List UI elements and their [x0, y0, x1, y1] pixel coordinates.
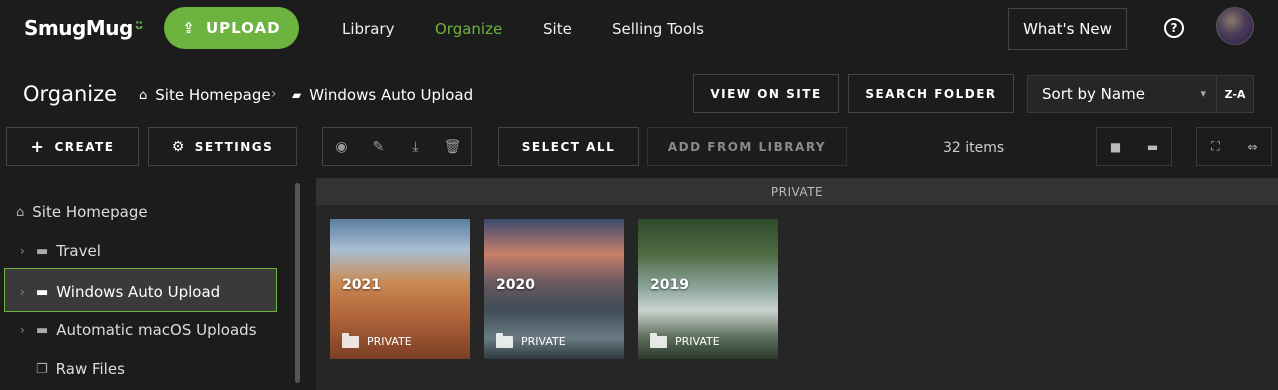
select-all-button[interactable]: SELECT ALL	[498, 127, 639, 166]
folder-icon: ▬	[36, 284, 49, 300]
top-navbar: SmugMug ᵕ̈ ⇪ UPLOAD Library Organize Site…	[0, 0, 1278, 60]
tree-item-raw-files[interactable]: ❐ Raw Files	[36, 360, 125, 378]
add-from-library-button[interactable]: ADD FROM LIBRARY	[647, 127, 847, 166]
chevron-down-icon: ▾	[1200, 87, 1206, 100]
gear-icon: ⚙	[171, 138, 186, 155]
items-count: 32 items	[943, 140, 1005, 156]
create-button[interactable]: + CREATE	[6, 127, 139, 166]
chevron-right-icon: ›	[20, 244, 25, 258]
view-on-site-button[interactable]: VIEW ON SITE	[693, 74, 839, 113]
zoom-group: ⛶ ⇔	[1196, 127, 1272, 166]
chevron-right-icon: ›	[20, 285, 25, 299]
folder-icon: ▬	[36, 243, 49, 259]
breadcrumb-current: ▰ Windows Auto Upload	[292, 86, 474, 104]
sort-order-button[interactable]: Z-A	[1216, 75, 1254, 113]
smugmug-logo[interactable]: SmugMug ᵕ̈	[24, 16, 144, 40]
organize-header: Organize ⌂ Site Homepage › ▰ Windows Aut…	[0, 60, 1278, 126]
folder-tile[interactable]: 2019 PRIVATE	[638, 219, 778, 359]
home-icon: ⌂	[139, 87, 148, 103]
nav-selling-tools[interactable]: Selling Tools	[612, 20, 704, 38]
tree-item-travel[interactable]: › ▬ Travel	[20, 242, 101, 260]
folder-tile[interactable]: 2020 PRIVATE	[484, 219, 624, 359]
avatar[interactable]	[1216, 7, 1254, 45]
folder-icon	[342, 332, 359, 348]
gallery-icon: ❐	[36, 361, 48, 377]
search-folder-button[interactable]: SEARCH FOLDER	[848, 74, 1014, 113]
toolbar: + CREATE ⚙ SETTINGS ◉ ✎ ⤓ 🗑 SELECT ALL A…	[0, 126, 1278, 172]
nav-organize[interactable]: Organize	[435, 20, 502, 38]
item-actions-group: ◉ ✎ ⤓ 🗑	[322, 127, 472, 166]
tree-item-windows-auto-upload[interactable]: › ▬ Windows Auto Upload	[20, 283, 220, 301]
download-icon[interactable]: ⤓	[397, 128, 434, 165]
grid-detail-icon[interactable]: ▬	[1134, 128, 1171, 165]
folder-tree: ⌂ Site Homepage › ▬ Travel › ▬ Windows A…	[0, 178, 314, 390]
privacy-label: PRIVATE	[342, 332, 412, 348]
folder-name: 2020	[496, 277, 535, 293]
grid-large-icon[interactable]: ■	[1097, 128, 1134, 165]
upload-button[interactable]: ⇪ UPLOAD	[164, 7, 299, 49]
smile-icon: ᵕ̈	[134, 19, 144, 40]
folder-name: 2019	[650, 277, 689, 293]
nav-site[interactable]: Site	[543, 20, 572, 38]
breadcrumb-home[interactable]: ⌂ Site Homepage	[139, 86, 271, 104]
page-title: Organize	[23, 82, 118, 106]
tree-item-site-homepage[interactable]: ⌂ Site Homepage	[16, 203, 148, 221]
breadcrumb-separator-icon: ›	[271, 86, 277, 102]
folder-icon	[650, 332, 667, 348]
folder-icon: ▬	[36, 322, 49, 338]
section-header: PRIVATE	[316, 178, 1278, 205]
upload-icon: ⇪	[182, 19, 196, 37]
view-mode-group: ■ ▬	[1096, 127, 1172, 166]
fit-icon[interactable]: ⛶	[1197, 128, 1234, 165]
folder-name: 2021	[342, 277, 381, 293]
sort-select[interactable]: Sort by Name ▾	[1027, 75, 1217, 113]
trash-icon[interactable]: 🗑	[434, 128, 471, 165]
folder-tile[interactable]: 2021 PRIVATE	[330, 219, 470, 359]
settings-button[interactable]: ⚙ SETTINGS	[148, 127, 297, 166]
eye-icon[interactable]: ◉	[323, 128, 360, 165]
privacy-label: PRIVATE	[650, 332, 720, 348]
nav-library[interactable]: Library	[342, 20, 394, 38]
plus-icon: +	[30, 137, 46, 156]
chevron-right-icon: ›	[20, 323, 25, 337]
folder-icon	[496, 332, 513, 348]
content-area: PRIVATE 2021 PRIVATE 2020 PRIVATE 2019 P…	[316, 178, 1278, 390]
home-icon: ⌂	[16, 204, 25, 220]
sidebar-scrollbar[interactable]	[295, 183, 300, 383]
folder-open-icon: ▰	[292, 88, 302, 102]
privacy-label: PRIVATE	[496, 332, 566, 348]
help-icon[interactable]: ?	[1164, 18, 1184, 38]
expand-icon[interactable]: ⇔	[1234, 128, 1271, 165]
wrench-icon[interactable]: ✎	[360, 128, 397, 165]
tree-item-macos-uploads[interactable]: › ▬ Automatic macOS Uploads	[20, 321, 257, 339]
whats-new-button[interactable]: What's New	[1008, 8, 1127, 50]
